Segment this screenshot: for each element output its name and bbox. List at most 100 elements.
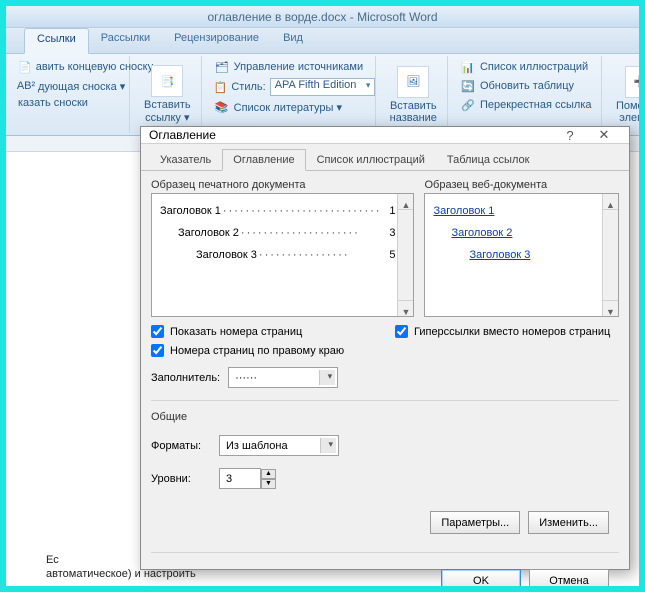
chk-hyperlinks[interactable]: Гиперссылки вместо номеров страниц [395, 325, 619, 338]
formats-combo[interactable]: Из шаблона [219, 435, 339, 456]
word-window: оглавление в ворде.docx - Microsoft Word… [6, 6, 639, 586]
toc-link[interactable]: Заголовок 3 [469, 249, 530, 261]
tab-leader-combo[interactable]: ······ [228, 367, 338, 388]
print-preview-label: Образец печатного документа [151, 179, 414, 191]
illustrations-list[interactable]: 📊 Список иллюстраций [458, 58, 595, 76]
ribbon-tab-view[interactable]: Вид [271, 28, 315, 54]
checkbox[interactable] [395, 325, 408, 338]
ribbon-group-footnotes: 📄 авить концевую сноску AB² дующая сноск… [10, 56, 130, 133]
next-footnote-icon: AB² [18, 78, 34, 94]
tab-figures[interactable]: Список иллюстраций [306, 149, 436, 170]
insert-endnote[interactable]: 📄 авить концевую сноску [16, 58, 123, 76]
scrollbar[interactable]: ▲ ▼ [397, 194, 413, 316]
levels-spinner[interactable]: ▲ ▼ [219, 468, 276, 489]
ribbon-tab-references[interactable]: Ссылки [24, 28, 89, 54]
scrollbar[interactable]: ▲ ▼ [602, 194, 618, 316]
toc-link[interactable]: Заголовок 1 [433, 205, 494, 217]
separator [151, 400, 619, 401]
toc-item: Заголовок 3 [196, 244, 257, 266]
ribbon-group-bibliography: 🗂 Управление источниками 📋 Стиль: APA Fi… [206, 56, 376, 133]
general-label: Общие [151, 411, 619, 423]
tab-index[interactable]: Указатель [149, 149, 222, 170]
insert-citation-button[interactable]: 📑 Вставить ссылку ▾ [140, 61, 195, 128]
ribbon-group-index: ➕ Пометить элемент [606, 56, 639, 133]
ok-button[interactable]: OK [441, 569, 521, 586]
illustrations-icon: 📊 [460, 59, 476, 75]
toc-page: 5 [383, 244, 395, 266]
separator [151, 552, 619, 553]
chk-show-page-numbers[interactable]: Показать номера страниц [151, 325, 375, 338]
spin-up-icon[interactable]: ▲ [261, 469, 276, 479]
toc-dialog: Оглавление ? ✕ Указатель Оглавление Спис… [140, 126, 630, 570]
label: Список иллюстраций [480, 61, 588, 73]
formats-field: Форматы: Из шаблона [151, 435, 619, 456]
checkbox-row: Показать номера страниц Номера страниц п… [151, 325, 619, 388]
checkbox[interactable] [151, 344, 164, 357]
options-button[interactable]: Параметры... [430, 511, 520, 534]
toc-page: 1 [383, 200, 395, 222]
ribbon-tabs: Ссылки Рассылки Рецензирование Вид [6, 28, 639, 54]
close-button[interactable]: ✕ [587, 127, 621, 143]
label: Пометить элемент [616, 100, 639, 124]
tab-toc[interactable]: Оглавление [222, 149, 305, 171]
scroll-down-icon[interactable]: ▼ [603, 300, 618, 316]
show-footnotes[interactable]: казать сноски [16, 96, 123, 110]
crossref-icon: 🔗 [460, 97, 476, 113]
toc-link[interactable]: Заголовок 2 [451, 227, 512, 239]
levels-field: Уровни: ▲ ▼ [151, 468, 619, 489]
next-footnote[interactable]: AB² дующая сноска ▾ [16, 77, 123, 95]
print-preview-box: Заголовок 1 ····························… [151, 193, 414, 317]
label: Перекрестная ссылка [480, 99, 592, 111]
tab-authorities[interactable]: Таблица ссылок [436, 149, 541, 170]
options-row: Параметры... Изменить... [151, 505, 619, 540]
ribbon-group-insert-citation: 📑 Вставить ссылку ▾ [134, 56, 202, 133]
scroll-up-icon[interactable]: ▲ [603, 194, 618, 210]
update-table[interactable]: 🔄 Обновить таблицу [458, 77, 595, 95]
manage-sources[interactable]: 🗂 Управление источниками [212, 58, 369, 76]
levels-input[interactable] [219, 468, 261, 489]
ribbon-tab-mailings[interactable]: Рассылки [89, 28, 162, 54]
label: Список литературы ▾ [234, 101, 342, 114]
citation-style: 📋 Стиль: APA Fifth Edition [212, 77, 369, 97]
checkbox[interactable] [151, 325, 164, 338]
toc-item: Заголовок 2 [178, 222, 239, 244]
chk-right-align[interactable]: Номера страниц по правому краю [151, 344, 375, 357]
ribbon-tab-review[interactable]: Рецензирование [162, 28, 271, 54]
label: Форматы: [151, 440, 211, 452]
endnote-icon: 📄 [18, 59, 32, 75]
label: Номера страниц по правому краю [170, 345, 344, 357]
ribbon: 📄 авить концевую сноску AB² дующая сноск… [6, 54, 639, 136]
label: Вставить ссылку ▾ [144, 99, 191, 124]
label: Стиль: [231, 81, 265, 93]
mark-entry-icon: ➕ [625, 66, 639, 98]
titlebar: оглавление в ворде.docx - Microsoft Word [6, 6, 639, 28]
scroll-up-icon[interactable]: ▲ [398, 194, 413, 210]
dialog-title: Оглавление [149, 128, 553, 142]
dialog-titlebar: Оглавление ? ✕ [141, 127, 629, 144]
label: Уровни: [151, 473, 211, 485]
web-preview-box: Заголовок 1 Заголовок 2 Заголовок 3 ▲ ▼ [424, 193, 619, 317]
label: Обновить таблицу [480, 80, 574, 92]
dialog-body: Образец печатного документа Заголовок 1 … [141, 171, 629, 586]
toc-item: Заголовок 1 [160, 200, 221, 222]
citation-icon: 📑 [151, 65, 183, 97]
mark-entry-button[interactable]: ➕ Пометить элемент [612, 62, 639, 128]
web-preview-label: Образец веб-документа [424, 179, 619, 191]
cross-reference[interactable]: 🔗 Перекрестная ссылка [458, 96, 595, 114]
label: Управление источниками [234, 61, 363, 73]
style-icon: 📋 [214, 79, 228, 95]
dialog-tabs: Указатель Оглавление Список иллюстраций … [141, 144, 629, 171]
scroll-down-icon[interactable]: ▼ [398, 300, 413, 316]
spin-down-icon[interactable]: ▼ [261, 479, 276, 489]
bibliography-button[interactable]: 📚 Список литературы ▾ [212, 98, 369, 116]
help-button[interactable]: ? [553, 128, 587, 143]
cancel-button[interactable]: Отмена [529, 569, 609, 586]
modify-button[interactable]: Изменить... [528, 511, 609, 534]
ribbon-group-caption: 🖼 Вставить название [380, 56, 448, 133]
insert-caption-button[interactable]: 🖼 Вставить название [386, 62, 441, 128]
style-combo[interactable]: APA Fifth Edition [270, 78, 376, 96]
background-text: Ес автоматическое) и настроить [46, 552, 196, 580]
dialog-footer: OK Отмена [151, 563, 619, 586]
bibliography-icon: 📚 [214, 99, 230, 115]
label: Вставить название [390, 100, 437, 124]
